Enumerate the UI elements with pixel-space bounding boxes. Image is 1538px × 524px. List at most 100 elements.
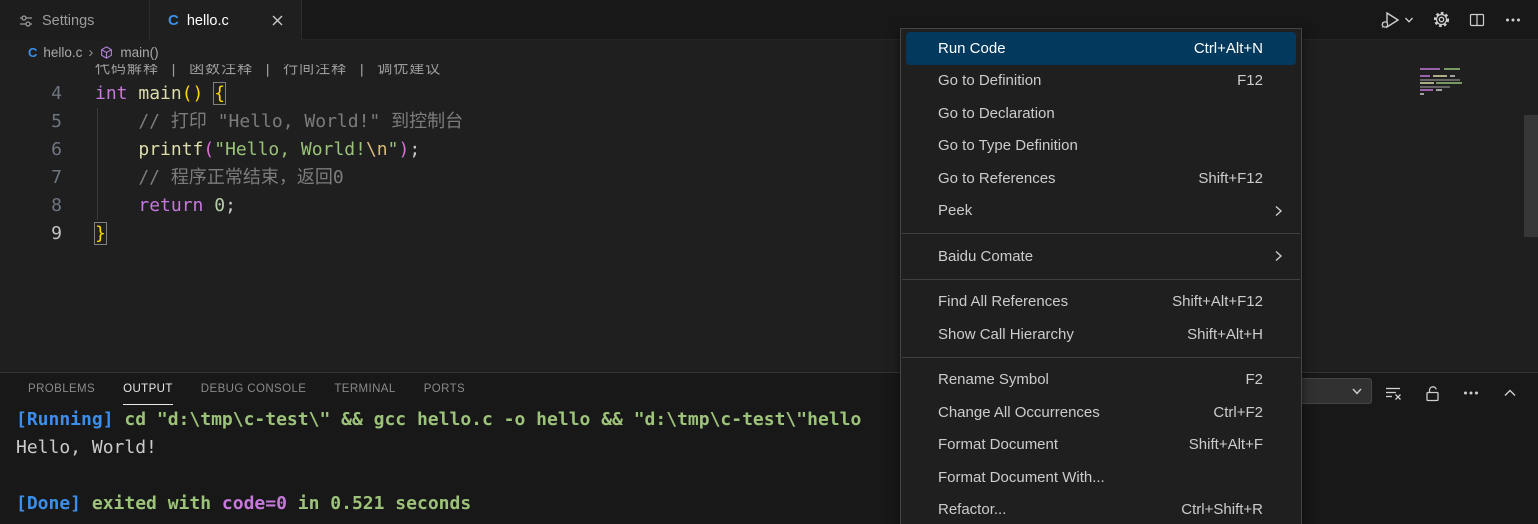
code-text: return 0; <box>62 192 236 220</box>
menu-item-refactor[interactable]: Refactor...Ctrl+Shift+R <box>901 494 1301 524</box>
editor-actions <box>1374 0 1538 39</box>
panel-tab-output[interactable]: OUTPUT <box>123 373 173 405</box>
menu-item-label: Go to Definition <box>938 72 1237 89</box>
menu-item-peek[interactable]: Peek <box>901 195 1301 228</box>
editor-context-menu: Run CodeCtrl+Alt+NGo to DefinitionF12Go … <box>900 28 1302 524</box>
maximize-panel-button[interactable] <box>1497 380 1523 406</box>
token: ) <box>398 139 409 160</box>
menu-item-label: Rename Symbol <box>938 371 1245 388</box>
tab-settings[interactable]: Settings <box>0 0 150 41</box>
output-text: in 0.521 seconds <box>287 493 471 514</box>
clear-output-button[interactable] <box>1380 380 1406 406</box>
menu-item-shortcut: F12 <box>1237 72 1263 89</box>
token: return <box>138 195 203 216</box>
more-actions-button[interactable] <box>1500 7 1526 33</box>
minimap-line <box>1420 68 1460 70</box>
settings-gear-button[interactable] <box>1428 7 1454 33</box>
token: // 打印 "Hello, World!" 到控制台 <box>95 111 463 132</box>
line-number[interactable]: 7 <box>0 164 62 192</box>
menu-item-go-to-references[interactable]: Go to ReferencesShift+F12 <box>901 162 1301 195</box>
chevron-up-icon <box>1501 384 1519 402</box>
split-editor-button[interactable] <box>1464 7 1490 33</box>
unlock-icon <box>1423 384 1442 403</box>
panel-tab-debug-console[interactable]: DEBUG CONSOLE <box>201 373 307 405</box>
menu-item-format-document-with[interactable]: Format Document With... <box>901 461 1301 494</box>
code-text: } <box>62 220 106 248</box>
tab-hello-c[interactable]: C hello.c <box>150 0 302 41</box>
token: () <box>182 83 204 104</box>
menu-item-label: Go to Declaration <box>938 105 1279 122</box>
clear-output-icon <box>1384 384 1403 403</box>
tab-label: Settings <box>42 13 94 29</box>
menu-item-change-all-occurrences[interactable]: Change All OccurrencesCtrl+F2 <box>901 396 1301 429</box>
panel-tab-terminal[interactable]: TERMINAL <box>334 373 395 405</box>
code-line[interactable]: 8 return 0; <box>0 192 1538 220</box>
menu-item-baidu-comate[interactable]: Baidu Comate <box>901 240 1301 273</box>
menu-item-format-document[interactable]: Format DocumentShift+Alt+F <box>901 429 1301 462</box>
editor-scrollbar[interactable] <box>1524 115 1538 237</box>
token: ; <box>409 139 420 160</box>
output-line: [Running] cd "d:\tmp\c-test\" && gcc hel… <box>16 406 1538 434</box>
code-line[interactable]: 9} <box>0 220 1538 248</box>
bottom-panel: PROBLEMS OUTPUT DEBUG CONSOLE TERMINAL PORTS <box>0 372 1538 524</box>
tab-close-icon[interactable] <box>267 11 287 31</box>
menu-item-find-all-references[interactable]: Find All ReferencesShift+Alt+F12 <box>901 286 1301 319</box>
menu-item-shortcut: F2 <box>1245 371 1263 388</box>
code-editor[interactable]: 代码解释 | 函数注释 | 行间注释 | 调优建议 4int main() {5… <box>0 64 1538 372</box>
menu-item-go-to-definition[interactable]: Go to DefinitionF12 <box>901 65 1301 98</box>
line-number[interactable]: 4 <box>0 80 62 108</box>
vscode-window: Settings C hello.c <box>0 0 1538 524</box>
settings-sliders-icon <box>18 13 34 29</box>
output-text: [Done] <box>16 493 92 514</box>
token: 0 <box>214 195 225 216</box>
panel-tab-ports[interactable]: PORTS <box>424 373 465 405</box>
menu-item-label: Change All Occurrences <box>938 404 1213 421</box>
run-or-debug-button[interactable] <box>1374 7 1418 33</box>
menu-item-run-code[interactable]: Run CodeCtrl+Alt+N <box>906 32 1296 65</box>
line-number[interactable]: 8 <box>0 192 62 220</box>
code-line[interactable]: 4int main() { <box>0 80 1538 108</box>
menu-item-shortcut: Ctrl+Shift+R <box>1181 501 1263 518</box>
code-line[interactable]: 6 printf("Hello, World!\n"); <box>0 136 1538 164</box>
minimap-line <box>1420 86 1450 88</box>
token: int <box>95 83 128 104</box>
token: main <box>138 83 181 104</box>
menu-item-go-to-type-definition[interactable]: Go to Type Definition <box>901 130 1301 163</box>
panel-more-actions-button[interactable] <box>1458 380 1484 406</box>
split-editor-icon <box>1468 11 1486 29</box>
menu-item-shortcut: Ctrl+Alt+N <box>1194 40 1263 57</box>
menu-item-rename-symbol[interactable]: Rename SymbolF2 <box>901 364 1301 397</box>
codelens-links[interactable]: 代码解释 | 函数注释 | 行间注释 | 调优建议 <box>95 64 441 78</box>
lock-output-button[interactable] <box>1419 380 1445 406</box>
code-line[interactable]: 7 // 程序正常结束，返回0 <box>0 164 1538 192</box>
menu-separator <box>902 279 1300 280</box>
menu-item-label: Show Call Hierarchy <box>938 326 1187 343</box>
code-line[interactable]: 5 // 打印 "Hello, World!" 到控制台 <box>0 108 1538 136</box>
minimap-line <box>1420 75 1455 77</box>
ellipsis-icon <box>1462 384 1480 402</box>
menu-item-go-to-declaration[interactable]: Go to Declaration <box>901 97 1301 130</box>
token <box>128 83 139 104</box>
code-text: // 打印 "Hello, World!" 到控制台 <box>62 108 463 136</box>
menu-item-show-call-hierarchy[interactable]: Show Call HierarchyShift+Alt+H <box>901 318 1301 351</box>
token: "Hello, World! <box>214 139 366 160</box>
line-number[interactable]: 9 <box>0 220 62 248</box>
minimap-line <box>1420 89 1442 91</box>
output-console: [Running] cd "d:\tmp\c-test\" && gcc hel… <box>16 406 1538 518</box>
menu-item-label: Go to References <box>938 170 1198 187</box>
output-line: Hello, World! <box>16 434 1538 462</box>
panel-tab-problems[interactable]: PROBLEMS <box>28 373 95 405</box>
menu-item-label: Find All References <box>938 293 1172 310</box>
menu-item-label: Format Document With... <box>938 469 1279 486</box>
code-text: int main() { <box>62 80 225 108</box>
token <box>95 195 138 216</box>
token: ( <box>203 139 214 160</box>
breadcrumb-symbol[interactable]: main() <box>120 45 158 60</box>
run-debug-icon <box>1379 9 1403 31</box>
menu-item-shortcut: Shift+Alt+F12 <box>1172 293 1263 310</box>
breadcrumb-file[interactable]: hello.c <box>43 45 82 60</box>
line-number[interactable]: 5 <box>0 108 62 136</box>
token <box>203 83 214 104</box>
menu-item-label: Refactor... <box>938 501 1181 518</box>
line-number[interactable]: 6 <box>0 136 62 164</box>
